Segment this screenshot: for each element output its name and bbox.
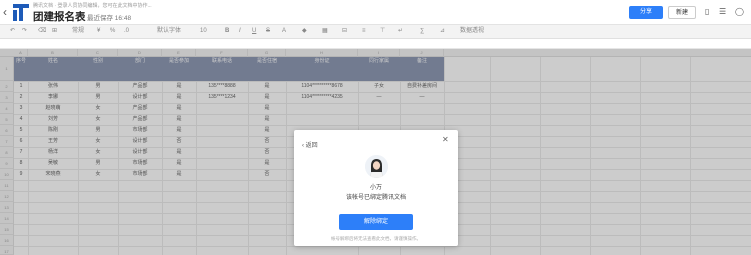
formula-bar[interactable] xyxy=(0,39,751,49)
back-label: 返回 xyxy=(305,143,318,149)
doc-notice: 腾讯文档 · 登录人员协同编辑，您可在此文档中协作... xyxy=(33,3,152,9)
merge-cells-icon[interactable]: ⊟ xyxy=(342,27,347,36)
close-icon[interactable]: ✕ xyxy=(442,136,449,144)
share-button[interactable]: 分享 xyxy=(629,6,663,19)
vertical-align-icon[interactable]: ⊤ xyxy=(380,27,385,36)
fill-color-icon[interactable]: ◆ xyxy=(302,27,307,36)
sum-icon[interactable]: ∑ xyxy=(420,27,424,36)
font-family-select[interactable]: 默认字体 xyxy=(157,27,181,36)
save-status: 最近保存 16:48 xyxy=(87,15,132,22)
menu-icon[interactable]: ☰ xyxy=(719,7,726,17)
align-icon[interactable]: ≡ xyxy=(362,27,366,36)
underline-icon[interactable]: U xyxy=(252,27,256,36)
undo-icon[interactable]: ↶ xyxy=(10,27,15,36)
percent-icon[interactable]: % xyxy=(110,27,115,36)
currency-icon[interactable]: ¥ xyxy=(97,27,100,36)
user-name: 小万 xyxy=(369,185,382,191)
user-avatar-icon xyxy=(365,155,388,178)
unbind-account-dialog: ‹ 返回 ✕ 小万 该帐号已绑定腾讯文档 解除绑定 帐号解绑后将无法查看此文档，… xyxy=(294,130,458,246)
app-header: ‹ 腾讯文档 · 登录人员协同编辑，您可在此文档中协作... 团建报名表 最近保… xyxy=(0,0,751,25)
back-button[interactable]: ‹ 返回 xyxy=(302,140,318,149)
tencent-docs-logo[interactable] xyxy=(12,2,30,22)
wrap-icon[interactable]: ↵ xyxy=(398,27,403,36)
border-icon[interactable]: ▦ xyxy=(322,27,328,36)
text-color-icon[interactable]: A xyxy=(282,27,286,36)
format-painter-icon[interactable]: ⊞ xyxy=(52,27,57,36)
unbind-button[interactable]: 解除绑定 xyxy=(339,214,413,230)
decimal-icon[interactable]: .0 xyxy=(124,27,129,36)
user-icon[interactable]: ◯ xyxy=(735,7,744,17)
strikethrough-icon[interactable]: S xyxy=(266,27,270,36)
new-button[interactable]: 新建 xyxy=(668,6,696,19)
number-format-select[interactable]: 常规 xyxy=(72,27,84,36)
italic-icon[interactable]: I xyxy=(239,27,241,36)
pivot-table-button[interactable]: 数据透视 xyxy=(460,27,484,36)
chevron-left-icon[interactable]: ‹ xyxy=(3,5,7,19)
font-size-select[interactable]: 10 xyxy=(200,27,207,36)
doc-title[interactable]: 团建报名表 xyxy=(33,9,86,24)
mobile-icon[interactable]: ▯ xyxy=(705,7,709,17)
toolbar: ↶ ↷ ⌫ ⊞ 常规 ¥ % .0 默认字体 10 B I U S A ◆ ▦ … xyxy=(0,25,751,39)
bind-description: 该帐号已绑定腾讯文档 xyxy=(345,195,406,201)
clear-format-icon[interactable]: ⌫ xyxy=(38,27,46,36)
redo-icon[interactable]: ↷ xyxy=(22,27,27,36)
bold-icon[interactable]: B xyxy=(225,27,229,36)
unbind-note: 帐号解绑后将无法查看此文档，请谨慎操作。 xyxy=(331,236,421,241)
filter-icon[interactable]: ⊿ xyxy=(440,27,445,36)
